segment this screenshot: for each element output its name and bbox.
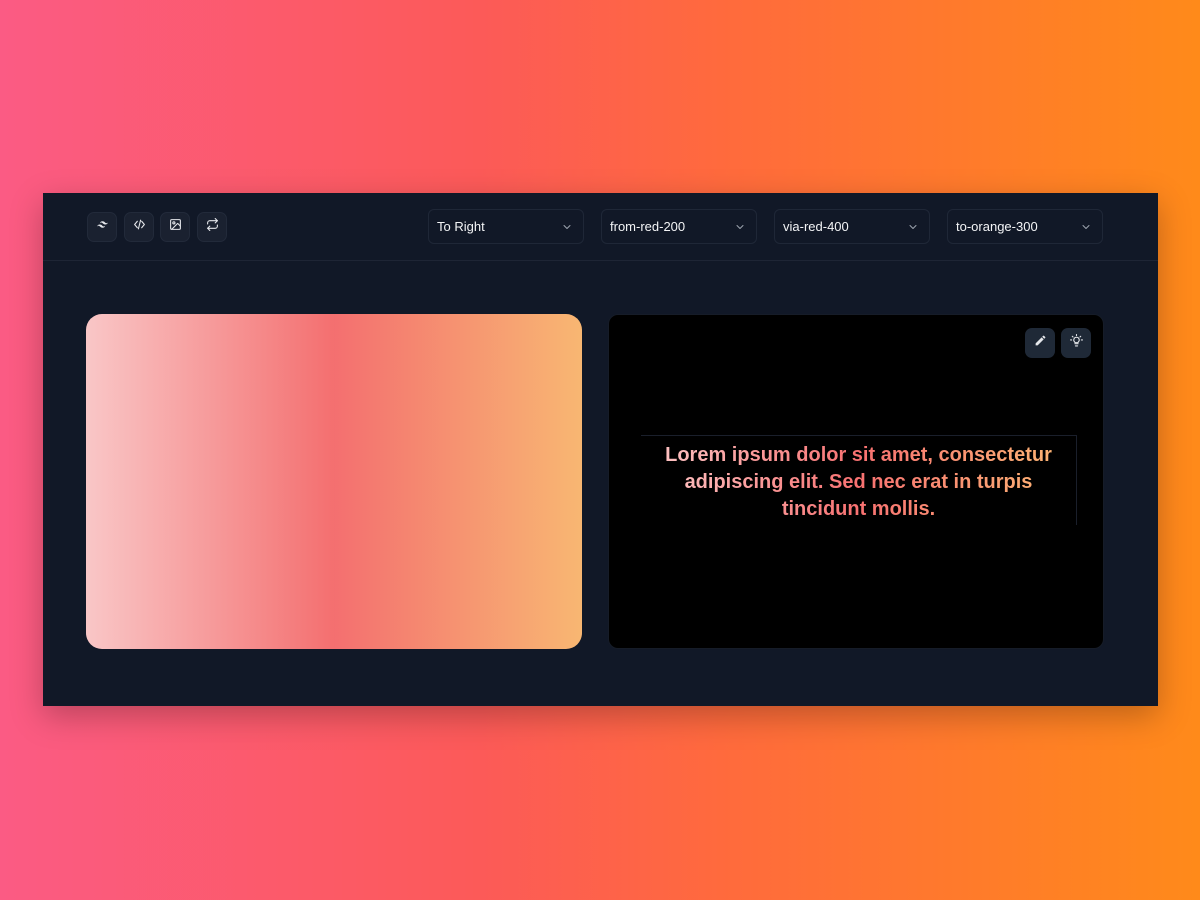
image-button[interactable]: [160, 212, 190, 242]
lightbulb-icon: [1069, 334, 1083, 352]
text-preview-card: Lorem ipsum dolor sit amet, consectetur …: [608, 314, 1104, 649]
chevron-down-icon: [736, 224, 744, 229]
image-icon: [169, 218, 182, 236]
tailwind-button[interactable]: [87, 212, 117, 242]
generator-window: To Right from-red-200 via-red-400 to-ora…: [43, 193, 1158, 706]
chevron-down-icon: [909, 224, 917, 229]
from-color-select[interactable]: from-red-200: [601, 209, 757, 244]
chevron-down-icon: [1082, 224, 1090, 229]
tailwind-icon: [96, 218, 109, 236]
direction-select-value: To Right: [437, 219, 485, 234]
refresh-icon: [206, 218, 219, 236]
gradient-preview: [86, 314, 582, 649]
code-button[interactable]: [124, 212, 154, 242]
pencil-icon: [1034, 334, 1047, 352]
preview-text-box[interactable]: Lorem ipsum dolor sit amet, consectetur …: [641, 435, 1077, 525]
refresh-button[interactable]: [197, 212, 227, 242]
theme-toggle-button[interactable]: [1061, 328, 1091, 358]
chevron-down-icon: [563, 224, 571, 229]
via-color-select[interactable]: via-red-400: [774, 209, 930, 244]
via-color-select-value: via-red-400: [783, 219, 849, 234]
direction-select[interactable]: To Right: [428, 209, 584, 244]
to-color-select-value: to-orange-300: [956, 219, 1038, 234]
edit-button[interactable]: [1025, 328, 1055, 358]
toolbar: To Right from-red-200 via-red-400 to-ora…: [43, 193, 1158, 261]
code-icon: [133, 218, 146, 236]
from-color-select-value: from-red-200: [610, 219, 686, 234]
preview-text: Lorem ipsum dolor sit amet, consectetur …: [641, 436, 1076, 523]
to-color-select[interactable]: to-orange-300: [947, 209, 1103, 244]
